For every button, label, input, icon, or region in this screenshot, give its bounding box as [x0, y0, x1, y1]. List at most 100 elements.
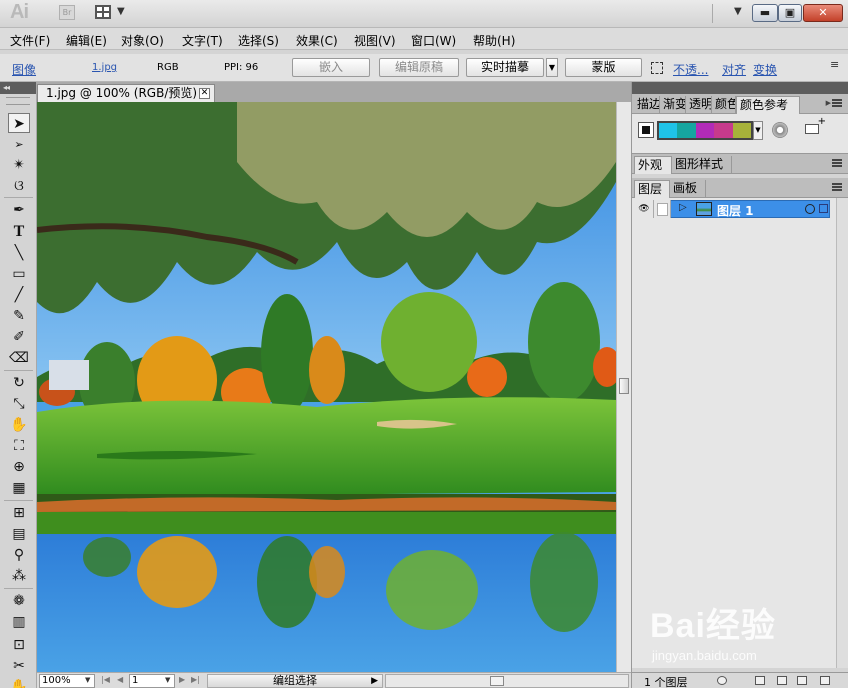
- menu-edit[interactable]: 编辑(E): [66, 32, 107, 49]
- bridge-button[interactable]: Br: [59, 5, 75, 20]
- trash-icon[interactable]: [820, 676, 830, 685]
- blend-tool-icon[interactable]: ⁂: [8, 566, 30, 586]
- align-link[interactable]: 对齐: [722, 61, 746, 78]
- selection-tool-icon[interactable]: ➤: [8, 113, 30, 133]
- lasso-tool-icon[interactable]: ଓ: [8, 176, 30, 196]
- eraser-tool-icon[interactable]: ⌫: [8, 348, 30, 368]
- warp-tool-icon[interactable]: ✋: [8, 415, 30, 435]
- mesh-tool-icon[interactable]: ⊞: [8, 503, 30, 523]
- harmony-swatch[interactable]: [695, 123, 715, 138]
- rectangle-tool-icon[interactable]: ▭: [8, 264, 30, 284]
- object-type-link[interactable]: 图像: [12, 61, 36, 78]
- column-graph-tool-icon[interactable]: ▥: [8, 612, 30, 632]
- horizontal-scrollbar[interactable]: [385, 674, 629, 688]
- workspace-switcher-chevron-icon[interactable]: ▼: [734, 6, 742, 17]
- menu-view[interactable]: 视图(V): [354, 32, 396, 49]
- edit-colors-icon[interactable]: [772, 122, 788, 138]
- base-color-swatch[interactable]: [638, 122, 654, 138]
- shape-builder-tool-icon[interactable]: ⊕: [8, 457, 30, 477]
- minimize-button[interactable]: ▬: [752, 4, 778, 22]
- crop-mask-icon[interactable]: [651, 62, 663, 74]
- artboard-chevron-icon[interactable]: ▼: [165, 676, 170, 684]
- tab-color[interactable]: 颜色: [712, 96, 736, 114]
- paintbrush-tool-icon[interactable]: ╱: [8, 285, 30, 305]
- first-artboard-icon[interactable]: |◀: [101, 675, 110, 684]
- tab-color-guide[interactable]: 颜色参考: [736, 96, 800, 114]
- panel-menu-icon[interactable]: [832, 99, 842, 107]
- make-clipping-mask-icon[interactable]: [755, 676, 765, 685]
- menu-help[interactable]: 帮助(H): [473, 32, 515, 49]
- collapse-panel-icon[interactable]: ▶: [826, 99, 831, 107]
- prev-artboard-icon[interactable]: ◀: [117, 675, 123, 684]
- visibility-eye-icon[interactable]: 👁: [635, 200, 654, 218]
- embed-button[interactable]: 嵌入: [292, 58, 370, 77]
- edit-original-button[interactable]: 编辑原稿: [379, 58, 459, 77]
- artboard-canvas[interactable]: [37, 102, 616, 672]
- transform-link[interactable]: 变换: [753, 61, 777, 78]
- harmony-swatch[interactable]: [677, 123, 696, 138]
- file-name-link[interactable]: 1.jpg: [92, 62, 117, 73]
- control-panel-menu-icon[interactable]: ≡: [830, 58, 839, 71]
- lock-toggle[interactable]: [654, 200, 671, 218]
- panel-menu-icon[interactable]: [832, 159, 842, 167]
- harmony-rules-chevron-icon[interactable]: ▼: [753, 121, 763, 140]
- menu-type[interactable]: 文字(T): [182, 32, 223, 49]
- panel-grip[interactable]: [6, 97, 30, 105]
- layer-target-icon[interactable]: [805, 204, 815, 214]
- panel-collapse-icon[interactable]: ◂◂: [0, 82, 36, 94]
- symbol-sprayer-tool-icon[interactable]: ❁: [8, 591, 30, 611]
- tab-graphic-styles[interactable]: 图形样式: [672, 156, 732, 174]
- live-trace-button[interactable]: 实时描摹: [466, 58, 544, 77]
- perspective-grid-tool-icon[interactable]: ▦: [8, 478, 30, 498]
- pen-tool-icon[interactable]: ✒: [8, 200, 30, 220]
- chevron-down-icon[interactable]: ▼: [117, 6, 125, 17]
- panel-menu-icon[interactable]: [832, 183, 842, 191]
- layers-scrollbar[interactable]: [836, 198, 848, 668]
- tab-gradient[interactable]: 渐变: [660, 96, 686, 114]
- harmony-swatch[interactable]: [732, 123, 752, 138]
- new-sublayer-icon[interactable]: [777, 676, 787, 685]
- type-tool-icon[interactable]: T: [8, 222, 30, 242]
- menu-object[interactable]: 对象(O): [121, 32, 164, 49]
- save-color-group-icon[interactable]: [805, 116, 826, 134]
- harmony-colors-bar[interactable]: [657, 121, 753, 140]
- hand-tool-icon[interactable]: ✋: [8, 677, 30, 688]
- status-menu[interactable]: 编组选择 ▶: [207, 674, 383, 688]
- pencil-tool-icon[interactable]: ✎: [8, 306, 30, 326]
- expand-layer-icon[interactable]: ▷: [679, 202, 687, 213]
- dock-header[interactable]: [632, 82, 848, 94]
- direct-selection-tool-icon[interactable]: ➢: [8, 135, 30, 155]
- magic-wand-tool-icon[interactable]: ✴: [8, 155, 30, 175]
- close-button[interactable]: ✕: [803, 4, 843, 22]
- tab-stroke[interactable]: 描边: [634, 96, 660, 114]
- harmony-swatch[interactable]: [659, 123, 678, 138]
- opacity-link[interactable]: 不透...: [673, 61, 708, 78]
- horizontal-scroll-thumb[interactable]: [490, 676, 504, 686]
- tab-appearance[interactable]: 外观: [634, 156, 672, 174]
- harmony-swatch[interactable]: [714, 123, 733, 138]
- vertical-scrollbar[interactable]: [616, 102, 631, 672]
- layer-row[interactable]: 👁 ▷ 图层 1: [635, 200, 830, 218]
- gradient-tool-icon[interactable]: ▤: [8, 524, 30, 544]
- menu-file[interactable]: 文件(F): [10, 32, 50, 49]
- menu-select[interactable]: 选择(S): [238, 32, 279, 49]
- next-artboard-icon[interactable]: ▶: [179, 675, 185, 684]
- new-layer-icon[interactable]: [797, 676, 807, 685]
- last-artboard-icon[interactable]: ▶|: [191, 675, 200, 684]
- tab-artboards[interactable]: 画板: [670, 180, 706, 198]
- arrange-documents-icon[interactable]: [95, 5, 111, 19]
- vertical-scroll-thumb[interactable]: [619, 378, 629, 394]
- menu-window[interactable]: 窗口(W): [411, 32, 456, 49]
- mask-button[interactable]: 蒙版: [565, 58, 642, 77]
- slice-tool-icon[interactable]: ✂: [8, 656, 30, 676]
- layer-name[interactable]: 图层 1: [717, 202, 754, 219]
- menu-effect[interactable]: 效果(C): [296, 32, 338, 49]
- line-segment-tool-icon[interactable]: ╲: [8, 243, 30, 263]
- trace-options-chevron-icon[interactable]: ▼: [546, 58, 558, 77]
- document-tab[interactable]: 1.jpg @ 100% (RGB/预览) ✕: [37, 84, 215, 102]
- artboard-tool-icon[interactable]: ⊡: [8, 635, 30, 655]
- close-tab-icon[interactable]: ✕: [199, 88, 210, 99]
- locate-object-icon[interactable]: [717, 676, 727, 685]
- rotate-tool-icon[interactable]: ↻: [8, 373, 30, 393]
- tab-transparency[interactable]: 透明: [686, 96, 712, 114]
